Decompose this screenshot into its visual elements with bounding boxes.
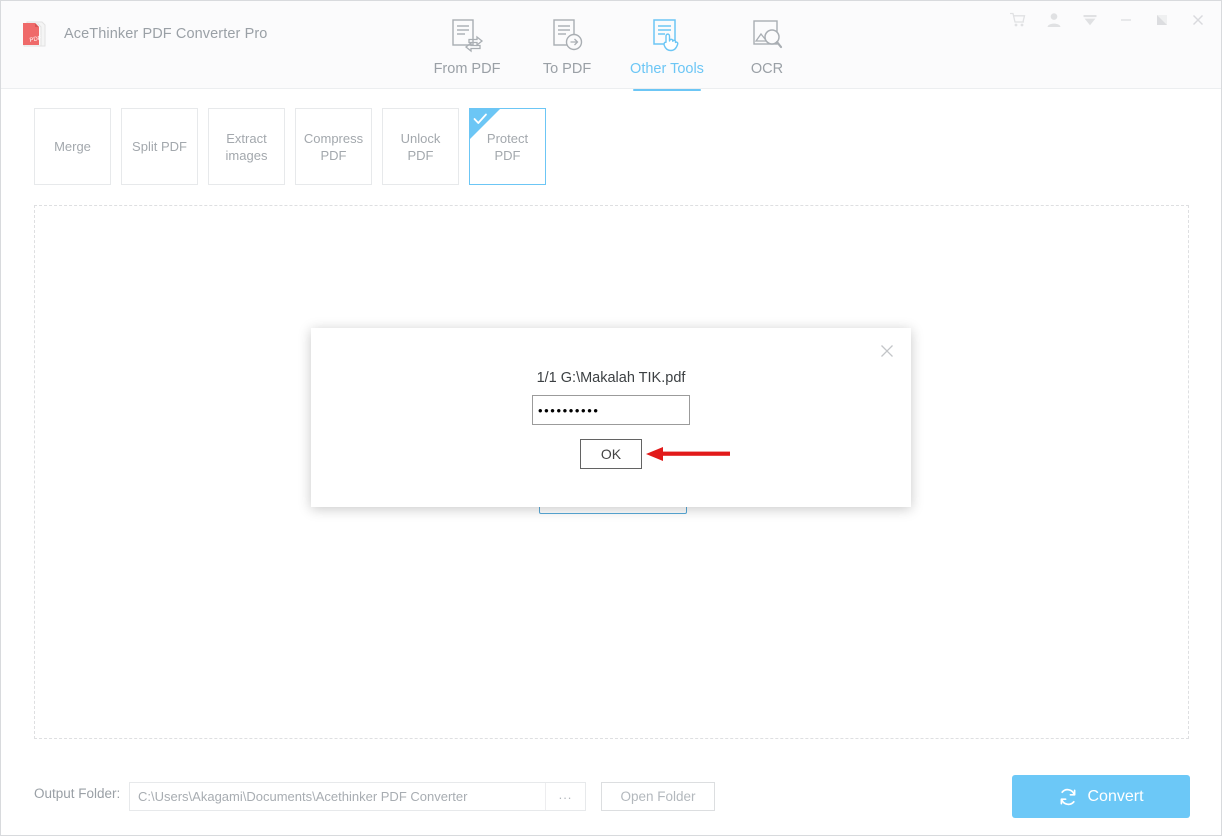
password-input[interactable]: •••••••••• [532, 395, 690, 425]
refresh-icon [1061, 788, 1076, 805]
close-icon[interactable] [873, 338, 901, 364]
tab-from-pdf-label: From PDF [433, 61, 501, 77]
tool-tile-split-pdf[interactable]: Split PDF [121, 108, 198, 185]
tab-from-pdf[interactable]: From PDF [417, 9, 517, 89]
tab-ocr-label: OCR [750, 61, 784, 77]
tab-underline [633, 88, 701, 91]
close-icon[interactable] [1183, 6, 1213, 34]
brand: PDF AceThinker PDF Converter Pro [18, 17, 267, 51]
title-bar: PDF AceThinker PDF Converter Pro From PD… [1, 1, 1221, 91]
tool-tile-label: Compress PDF [303, 130, 364, 163]
tool-tile-label: Unlock PDF [400, 130, 441, 163]
dialog-file-info: 1/1 G:\Makalah TIK.pdf [536, 370, 686, 386]
tab-ocr[interactable]: OCR [717, 9, 817, 89]
cart-icon[interactable] [1003, 6, 1033, 34]
to-pdf-icon [547, 15, 587, 57]
tool-tile-protect-pdf[interactable]: Protect PDF [469, 108, 546, 185]
tab-to-pdf[interactable]: To PDF [517, 9, 617, 89]
from-pdf-icon [447, 15, 487, 57]
minimize-icon[interactable] [1111, 6, 1141, 34]
tool-tiles: Merge Split PDF Extract images Compress … [34, 108, 546, 185]
pdf-stack-icon: PDF [18, 17, 52, 51]
red-left-arrow-annotation [646, 447, 730, 461]
check-icon [473, 113, 487, 124]
app-window: PDF AceThinker PDF Converter Pro From PD… [0, 0, 1222, 836]
tool-tile-unlock-pdf[interactable]: Unlock PDF [382, 108, 459, 185]
account-icon[interactable] [1039, 6, 1069, 34]
ok-button[interactable]: OK [580, 439, 642, 469]
main-tabs: From PDF To PDF Other Tools OCR [417, 9, 817, 91]
download-icon[interactable] [1075, 6, 1105, 34]
other-tools-icon [647, 15, 687, 57]
output-folder-path: C:\Users\Akagami\Documents\Acethinker PD… [138, 789, 468, 804]
ocr-icon [747, 15, 787, 57]
tool-tile-label: Merge [54, 139, 91, 154]
password-dialog: 1/1 G:\Makalah TIK.pdf •••••••••• OK [311, 328, 911, 507]
restore-icon[interactable] [1147, 6, 1177, 34]
tab-to-pdf-label: To PDF [542, 61, 592, 77]
tool-tile-extract-images[interactable]: Extract images [208, 108, 285, 185]
convert-button-label: Convert [1087, 787, 1144, 805]
browse-button[interactable]: ... [545, 783, 585, 810]
tab-other-tools-label: Other Tools [630, 61, 704, 77]
tab-other-tools[interactable]: Other Tools [617, 9, 717, 91]
app-title: AceThinker PDF Converter Pro [64, 26, 268, 42]
output-folder-label: Output Folder: [34, 786, 121, 801]
output-folder-field[interactable]: C:\Users\Akagami\Documents\Acethinker PD… [129, 782, 586, 811]
window-controls [1003, 6, 1213, 34]
convert-button[interactable]: Convert [1012, 775, 1190, 818]
tool-tile-compress-pdf[interactable]: Compress PDF [295, 108, 372, 185]
tool-tile-label: Extract images [225, 130, 268, 163]
tool-tile-merge[interactable]: Merge [34, 108, 111, 185]
open-folder-button[interactable]: Open Folder [601, 782, 715, 811]
tool-tile-label: Split PDF [132, 139, 187, 154]
